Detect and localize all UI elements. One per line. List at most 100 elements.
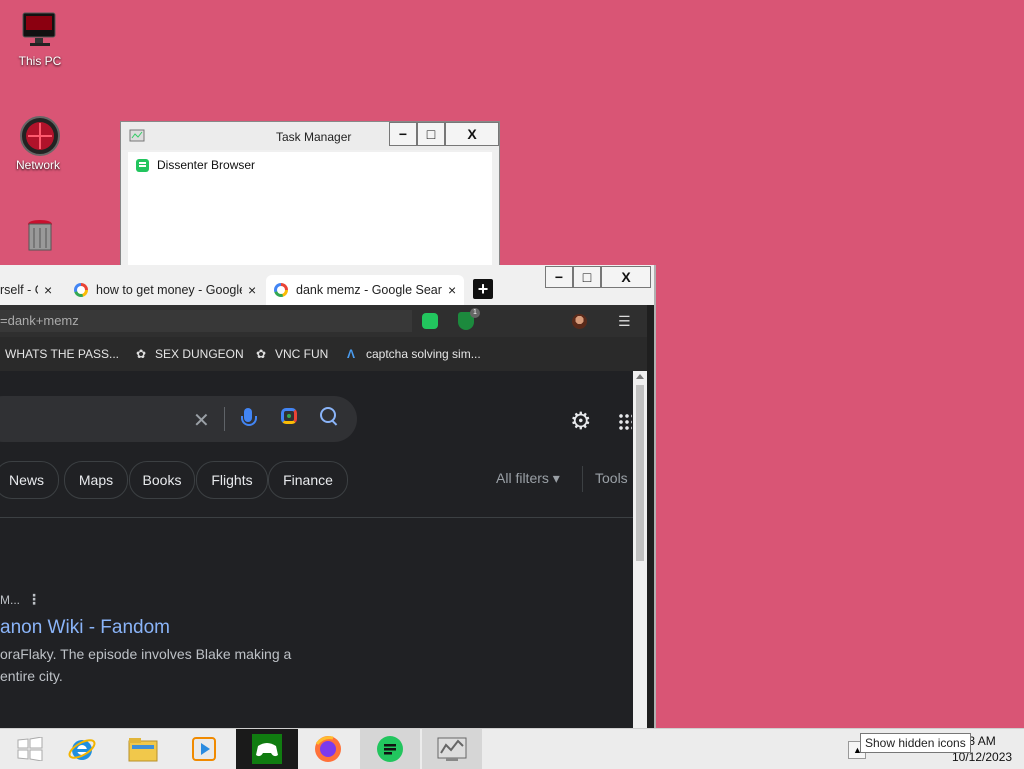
tools-button[interactable]: Tools xyxy=(595,470,628,486)
scroll-up-arrow-icon[interactable] xyxy=(636,374,644,379)
filter-chip-flights[interactable]: Flights xyxy=(196,461,268,499)
taskbar-media-player[interactable] xyxy=(174,729,234,769)
filter-chip-finance[interactable]: Finance xyxy=(268,461,348,499)
filter-chip-news[interactable]: News xyxy=(0,461,59,499)
filter-chip-maps[interactable]: Maps xyxy=(64,461,128,499)
divider xyxy=(0,517,633,518)
close-icon: X xyxy=(621,269,631,285)
bookmark-item[interactable]: ✿ SEX DUNGEON xyxy=(136,337,244,371)
toolbar: =dank+memz 1 ☰ xyxy=(0,305,647,337)
gamepad-icon xyxy=(252,734,282,764)
tab-title: rself - G xyxy=(0,283,38,297)
all-filters-button[interactable]: All filters ▾ xyxy=(496,470,560,487)
tab-close-icon[interactable]: × xyxy=(448,282,456,298)
menu-icon[interactable]: ☰ xyxy=(618,313,631,330)
clear-search-icon[interactable]: ✕ xyxy=(193,408,210,433)
taskbar-xbox[interactable] xyxy=(236,729,298,769)
vertical-scrollbar[interactable] xyxy=(633,371,647,728)
tab-title: how to get money - Google xyxy=(96,283,242,297)
shield-extension-icon[interactable]: 1 xyxy=(458,308,480,330)
search-results-page: ✕ ⚙ News Maps Books Flights Finance All … xyxy=(0,371,633,728)
maximize-icon: □ xyxy=(582,269,592,285)
bookmark-item[interactable]: ✿ VNC FUN xyxy=(256,337,328,371)
tab-strip: rself - G × how to get money - Google × … xyxy=(0,265,654,305)
desktop-icon-label: Network xyxy=(15,158,60,172)
tab-close-icon[interactable]: × xyxy=(248,282,256,298)
close-icon: X xyxy=(467,126,477,142)
task-row[interactable]: Dissenter Browser xyxy=(128,152,492,178)
filter-chip-books[interactable]: Books xyxy=(129,461,195,499)
snippet-line: entire city. xyxy=(0,668,63,684)
folder-icon xyxy=(128,738,158,762)
desktop-icon-recycle-bin[interactable] xyxy=(8,216,72,260)
dissenter-icon xyxy=(377,736,403,762)
search-icon[interactable] xyxy=(320,407,336,423)
close-button[interactable]: X xyxy=(445,122,499,146)
maximize-icon: □ xyxy=(426,126,436,142)
divider xyxy=(224,407,225,431)
browser-minimize-button[interactable]: − xyxy=(545,266,573,288)
google-lens-icon[interactable] xyxy=(281,408,297,424)
tab-2[interactable]: how to get money - Google × xyxy=(66,275,264,305)
desktop-icon-network[interactable]: Network xyxy=(6,114,70,172)
minimize-button[interactable]: − xyxy=(389,122,417,146)
taskbar-task-manager[interactable] xyxy=(422,729,482,769)
new-tab-button[interactable]: + xyxy=(473,279,493,299)
task-list: Dissenter Browser xyxy=(128,152,492,282)
taskbar-dissenter[interactable] xyxy=(360,729,420,769)
recycle-bin-icon xyxy=(20,216,60,256)
address-bar[interactable]: =dank+memz xyxy=(0,310,412,332)
task-name: Dissenter Browser xyxy=(157,158,256,172)
maximize-button[interactable]: □ xyxy=(417,122,445,146)
divider xyxy=(582,466,583,492)
result-snippet: oraFlaky. The episode involves Blake mak… xyxy=(0,643,320,687)
more-options-icon[interactable]: ⋮ xyxy=(27,591,41,608)
bookmark-item[interactable]: WHATS THE PASS... xyxy=(5,337,119,371)
result-title-link[interactable]: anon Wiki - Fandom xyxy=(0,617,170,639)
browser-window: rself - G × how to get money - Google × … xyxy=(0,265,656,728)
desktop-icon-this-pc[interactable]: This PC xyxy=(8,10,72,68)
windows-start-icon xyxy=(17,737,43,761)
taskbar-firefox[interactable] xyxy=(298,729,358,769)
bookmark-label: SEX DUNGEON xyxy=(155,347,244,361)
bookmark-label: captcha solving sim... xyxy=(366,347,481,361)
tab-title: dank memz - Google Search xyxy=(296,283,442,297)
network-globe-icon xyxy=(18,114,60,156)
bookmark-label: WHATS THE PASS... xyxy=(5,347,120,361)
taskbar-file-explorer[interactable] xyxy=(113,729,173,769)
google-icon xyxy=(274,283,288,297)
tooltip: Show hidden icons xyxy=(860,733,971,753)
firefox-icon xyxy=(315,736,341,762)
task-manager-title: Task Manager xyxy=(276,130,352,144)
monitor-icon xyxy=(20,10,60,50)
task-manager-window: Task Manager − □ X Dissenter Browser xyxy=(120,121,500,283)
start-button[interactable] xyxy=(0,729,60,769)
taskbar-internet-explorer[interactable] xyxy=(52,729,112,769)
internet-explorer-icon xyxy=(68,739,96,760)
browser-close-button[interactable]: X xyxy=(601,266,651,288)
scrollbar-thumb[interactable] xyxy=(636,385,644,561)
tab-1[interactable]: rself - G × xyxy=(0,275,64,305)
result-source: M... xyxy=(0,593,20,607)
task-manager-titlebar[interactable]: Task Manager − □ X xyxy=(121,122,499,150)
bookmark-favicon-icon: Λ xyxy=(347,346,356,361)
bookmarks-bar: WHATS THE PASS... ✿ SEX DUNGEON ✿ VNC FU… xyxy=(0,337,647,371)
dissenter-icon xyxy=(136,158,149,172)
task-manager-icon xyxy=(437,737,467,761)
bookmark-item[interactable]: Λ captcha solving sim... xyxy=(347,337,481,371)
tab-3-active[interactable]: dank memz - Google Search × xyxy=(266,275,464,305)
tab-close-icon[interactable]: × xyxy=(44,282,52,298)
settings-gear-icon[interactable]: ⚙ xyxy=(570,410,592,434)
browser-maximize-button[interactable]: □ xyxy=(573,266,601,288)
dissenter-extension-icon[interactable] xyxy=(422,313,438,329)
apps-grid-icon[interactable] xyxy=(618,413,632,431)
microphone-icon[interactable] xyxy=(241,408,257,426)
search-box[interactable]: ✕ xyxy=(0,396,357,442)
desktop-icon-label: This PC xyxy=(18,54,62,68)
bookmark-favicon-icon: ✿ xyxy=(136,346,147,361)
minimize-icon: − xyxy=(398,126,408,142)
bookmark-favicon-icon: ✿ xyxy=(256,346,267,361)
snippet-line: oraFlaky. The episode involves Blake mak… xyxy=(0,646,292,662)
profile-avatar[interactable] xyxy=(572,314,587,329)
task-manager-app-icon xyxy=(129,128,145,147)
